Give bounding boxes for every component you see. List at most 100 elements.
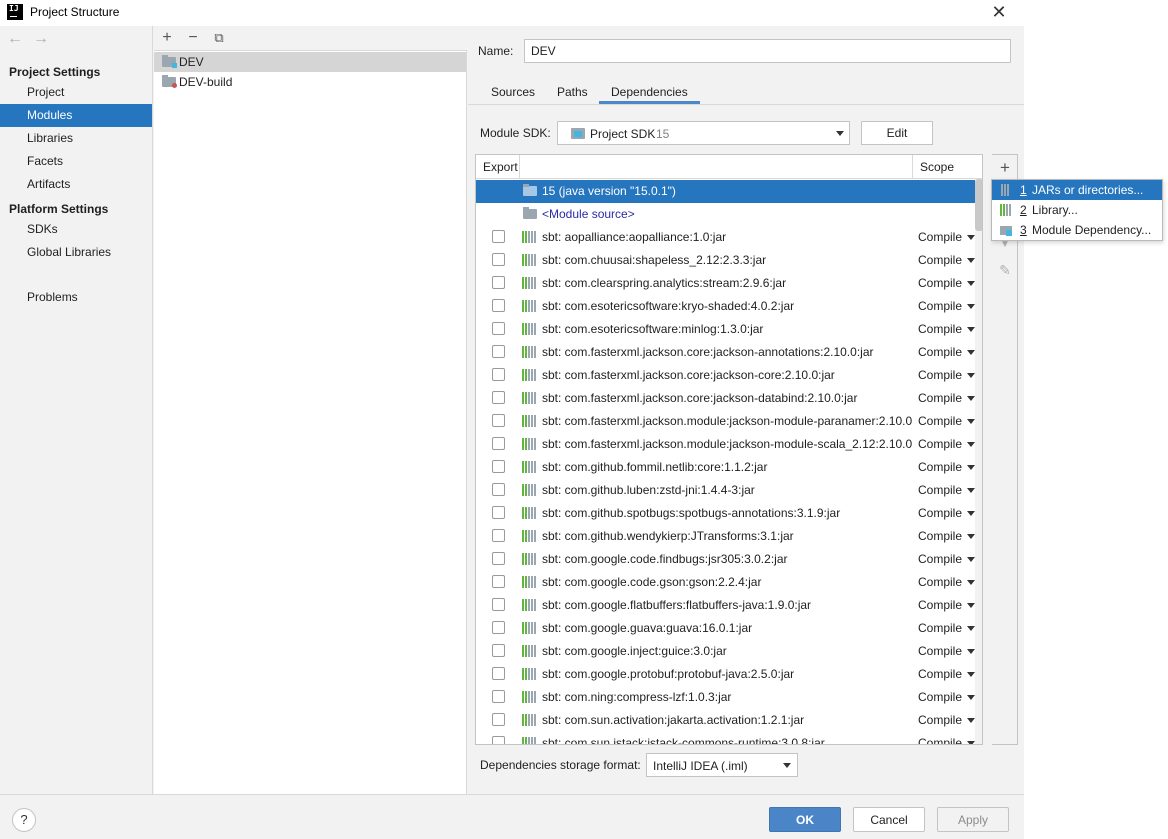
ok-button[interactable]: OK (769, 807, 841, 832)
table-row[interactable]: sbt: com.google.guava:guava:16.0.1:jar Co… (476, 617, 982, 640)
scope-select[interactable]: Compile (918, 736, 976, 744)
sidebar-item-project[interactable]: Project (0, 81, 152, 104)
add-dependency-icon[interactable]: + (996, 159, 1014, 177)
module-item-dev[interactable]: DEV (154, 52, 466, 72)
table-row-module-source[interactable]: <Module source> (476, 203, 982, 226)
table-row[interactable]: sbt: com.fasterxml.jackson.core:jackson-… (476, 341, 982, 364)
table-row[interactable]: sbt: com.fasterxml.jackson.module:jackso… (476, 410, 982, 433)
export-checkbox[interactable] (492, 506, 505, 519)
table-row[interactable]: sbt: com.fasterxml.jackson.module:jackso… (476, 433, 982, 456)
help-button[interactable]: ? (12, 808, 36, 832)
table-row-sdk[interactable]: 15 (java version "15.0.1") (476, 180, 982, 203)
sidebar-item-problems[interactable]: Problems (0, 286, 152, 309)
scope-select[interactable]: Compile (918, 713, 976, 727)
export-checkbox[interactable] (492, 299, 505, 312)
table-row[interactable]: sbt: com.sun.istack:istack-commons-runti… (476, 732, 982, 744)
back-arrow-icon[interactable]: ← (7, 30, 23, 48)
scope-select[interactable]: Compile (918, 230, 976, 244)
table-row[interactable]: sbt: com.github.wendykierp:JTransforms:3… (476, 525, 982, 548)
export-checkbox[interactable] (492, 598, 505, 611)
module-sdk-select[interactable]: Project SDK 15 (557, 121, 850, 145)
copy-module-icon[interactable]: ⧉ (209, 28, 229, 48)
remove-module-icon[interactable]: − (183, 28, 203, 48)
export-checkbox[interactable] (492, 483, 505, 496)
scope-select[interactable]: Compile (918, 368, 976, 382)
scope-select[interactable]: Compile (918, 299, 976, 313)
forward-arrow-icon[interactable]: → (33, 30, 49, 48)
tab-sources[interactable]: Sources (479, 80, 547, 104)
table-row[interactable]: sbt: com.fasterxml.jackson.core:jackson-… (476, 387, 982, 410)
scope-select[interactable]: Compile (918, 552, 976, 566)
tab-paths[interactable]: Paths (545, 80, 600, 104)
scope-select[interactable]: Compile (918, 253, 976, 267)
sidebar-item-global-libraries[interactable]: Global Libraries (0, 241, 152, 264)
table-row[interactable]: sbt: com.esotericsoftware:kryo-shaded:4.… (476, 295, 982, 318)
module-item-dev-build[interactable]: DEV-build (154, 72, 466, 92)
scope-select[interactable]: Compile (918, 483, 976, 497)
export-checkbox[interactable] (492, 621, 505, 634)
table-row[interactable]: sbt: com.github.luben:zstd-jni:1.4.4-3:j… (476, 479, 982, 502)
scope-select[interactable]: Compile (918, 322, 976, 336)
table-scrollbar[interactable] (975, 179, 982, 744)
sidebar-item-sdks[interactable]: SDKs (0, 218, 152, 241)
export-checkbox[interactable] (492, 644, 505, 657)
scope-select[interactable]: Compile (918, 690, 976, 704)
table-row[interactable]: sbt: com.chuusai:shapeless_2.12:2.3.3:ja… (476, 249, 982, 272)
table-row[interactable]: sbt: com.github.fommil.netlib:core:1.1.2… (476, 456, 982, 479)
table-row[interactable]: sbt: com.ning:compress-lzf:1.0.3:jar Comp… (476, 686, 982, 709)
export-checkbox[interactable] (492, 460, 505, 473)
edit-sdk-button[interactable]: Edit (861, 121, 933, 145)
scope-column-header[interactable]: Scope (912, 155, 982, 179)
scope-select[interactable]: Compile (918, 437, 976, 451)
table-row[interactable]: sbt: com.google.code.gson:gson:2.2.4:jar… (476, 571, 982, 594)
export-checkbox[interactable] (492, 437, 505, 450)
storage-format-select[interactable]: IntelliJ IDEA (.iml) (646, 753, 798, 777)
export-checkbox[interactable] (492, 391, 505, 404)
cancel-button[interactable]: Cancel (853, 807, 925, 832)
table-row[interactable]: sbt: aopalliance:aopalliance:1.0:jar Comp… (476, 226, 982, 249)
export-checkbox[interactable] (492, 667, 505, 680)
export-checkbox[interactable] (492, 368, 505, 381)
export-checkbox[interactable] (492, 690, 505, 703)
export-checkbox[interactable] (492, 529, 505, 542)
apply-button[interactable]: Apply (937, 807, 1009, 832)
table-row[interactable]: sbt: com.github.spotbugs:spotbugs-annota… (476, 502, 982, 525)
sidebar-item-artifacts[interactable]: Artifacts (0, 173, 152, 196)
add-module-icon[interactable]: + (157, 28, 177, 48)
table-row[interactable]: sbt: com.fasterxml.jackson.core:jackson-… (476, 364, 982, 387)
scope-select[interactable]: Compile (918, 460, 976, 474)
table-row[interactable]: sbt: com.esotericsoftware:minlog:1.3.0:j… (476, 318, 982, 341)
scope-select[interactable]: Compile (918, 276, 976, 290)
menu-item-jars-or-directories[interactable]: 1 JARs or directories... (992, 180, 1162, 200)
export-checkbox[interactable] (492, 575, 505, 588)
export-column-header[interactable]: Export (476, 155, 520, 179)
close-icon[interactable]: ✕ (988, 2, 1010, 24)
table-row[interactable]: sbt: com.clearspring.analytics:stream:2.… (476, 272, 982, 295)
export-checkbox[interactable] (492, 230, 505, 243)
scope-select[interactable]: Compile (918, 598, 976, 612)
sidebar-item-facets[interactable]: Facets (0, 150, 152, 173)
menu-item-module-dependency[interactable]: 3 Module Dependency... (992, 220, 1162, 240)
table-row[interactable]: sbt: com.google.inject:guice:3.0:jar Comp… (476, 640, 982, 663)
sidebar-item-libraries[interactable]: Libraries (0, 127, 152, 150)
scope-select[interactable]: Compile (918, 667, 976, 681)
sidebar-item-modules[interactable]: Modules (0, 104, 152, 127)
scope-select[interactable]: Compile (918, 644, 976, 658)
scope-select[interactable]: Compile (918, 414, 976, 428)
export-checkbox[interactable] (492, 322, 505, 335)
scope-select[interactable]: Compile (918, 391, 976, 405)
scope-select[interactable]: Compile (918, 575, 976, 589)
edit-dependency-icon[interactable]: ✎ (996, 261, 1014, 279)
table-row[interactable]: sbt: com.sun.activation:jakarta.activati… (476, 709, 982, 732)
export-checkbox[interactable] (492, 552, 505, 565)
export-checkbox[interactable] (492, 736, 505, 744)
scope-select[interactable]: Compile (918, 529, 976, 543)
table-row[interactable]: sbt: com.google.code.findbugs:jsr305:3.0… (476, 548, 982, 571)
menu-item-library[interactable]: 2 Library... (992, 200, 1162, 220)
export-checkbox[interactable] (492, 414, 505, 427)
scope-select[interactable]: Compile (918, 506, 976, 520)
scope-select[interactable]: Compile (918, 621, 976, 635)
export-checkbox[interactable] (492, 276, 505, 289)
tab-dependencies[interactable]: Dependencies (599, 80, 700, 104)
export-checkbox[interactable] (492, 345, 505, 358)
